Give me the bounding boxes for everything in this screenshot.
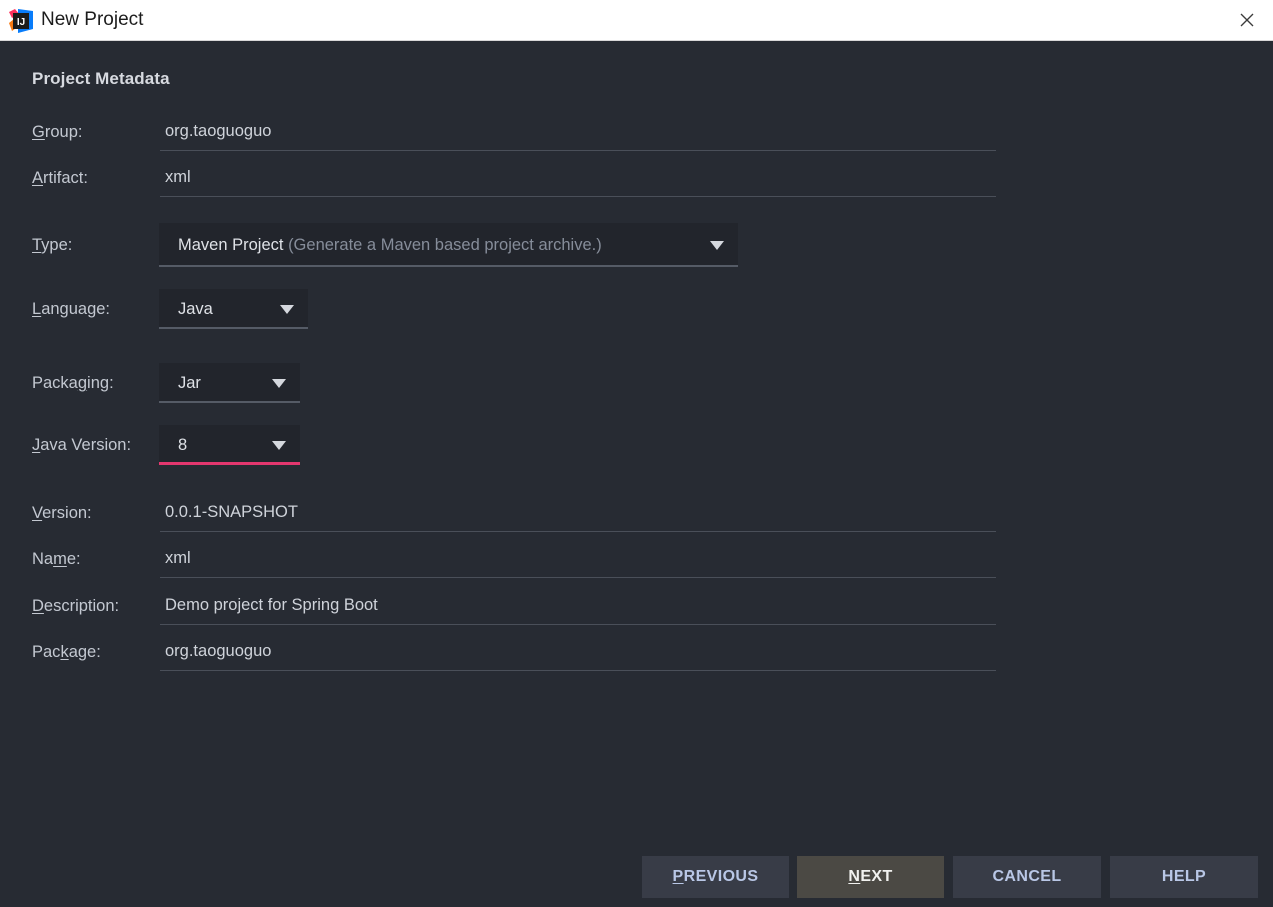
java-version-combobox[interactable]: 8 <box>159 425 300 465</box>
page-title: Project Metadata <box>32 69 170 88</box>
type-combobox[interactable]: Maven Project (Generate a Maven based pr… <box>159 223 738 267</box>
description-input-value: Demo project for Spring Boot <box>165 596 378 614</box>
window-title: New Project <box>41 9 144 30</box>
package-input[interactable]: org.taoguoguo <box>160 633 996 671</box>
artifact-input[interactable]: xml <box>160 159 996 197</box>
group-input[interactable]: org.taoguoguo <box>160 113 996 151</box>
chevron-down-icon <box>272 379 286 388</box>
label-packaging: Packaging: <box>32 374 114 392</box>
chevron-down-icon <box>272 440 286 450</box>
new-project-dialog-body: Project Metadata Group: org.taoguoguo Ar… <box>0 41 1273 907</box>
help-button[interactable]: HELP <box>1110 856 1258 898</box>
label-language: Language: <box>32 300 111 318</box>
svg-text:IJ: IJ <box>17 17 25 28</box>
type-combobox-hint: (Generate a Maven based project archive.… <box>288 236 602 254</box>
intellij-idea-logo-icon: IJ <box>9 9 33 33</box>
language-combobox[interactable]: Java <box>159 289 308 329</box>
window-titlebar: IJ New Project <box>0 0 1273 41</box>
label-artifact: Artifact: <box>32 169 88 187</box>
description-input[interactable]: Demo project for Spring Boot <box>160 587 996 625</box>
label-type: Type: <box>32 236 73 254</box>
package-input-value: org.taoguoguo <box>165 642 272 660</box>
label-group: Group: <box>32 123 83 141</box>
group-input-value: org.taoguoguo <box>165 122 272 140</box>
name-input-value: xml <box>165 549 191 567</box>
label-description: Description: <box>32 597 120 615</box>
packaging-combobox-value: Jar <box>178 374 201 392</box>
next-button[interactable]: NEXT <box>797 856 944 898</box>
java-version-combobox-value: 8 <box>178 436 188 454</box>
artifact-input-value: xml <box>165 168 191 186</box>
close-icon[interactable] <box>1221 0 1273 40</box>
language-combobox-value: Java <box>178 300 213 318</box>
chevron-down-icon <box>280 305 294 314</box>
chevron-down-icon <box>710 241 724 250</box>
previous-button[interactable]: PREVIOUS <box>642 856 789 898</box>
label-version: Version: <box>32 504 92 522</box>
version-input-value: 0.0.1-SNAPSHOT <box>165 503 298 521</box>
type-combobox-value: Maven Project (Generate a Maven based pr… <box>178 236 602 254</box>
version-input[interactable]: 0.0.1-SNAPSHOT <box>160 494 996 532</box>
name-input[interactable]: xml <box>160 540 996 578</box>
packaging-combobox[interactable]: Jar <box>159 363 300 403</box>
cancel-button[interactable]: CANCEL <box>953 856 1101 898</box>
label-package: Package: <box>32 643 101 661</box>
label-name: Name: <box>32 550 81 568</box>
label-java-version: Java Version: <box>32 436 132 454</box>
